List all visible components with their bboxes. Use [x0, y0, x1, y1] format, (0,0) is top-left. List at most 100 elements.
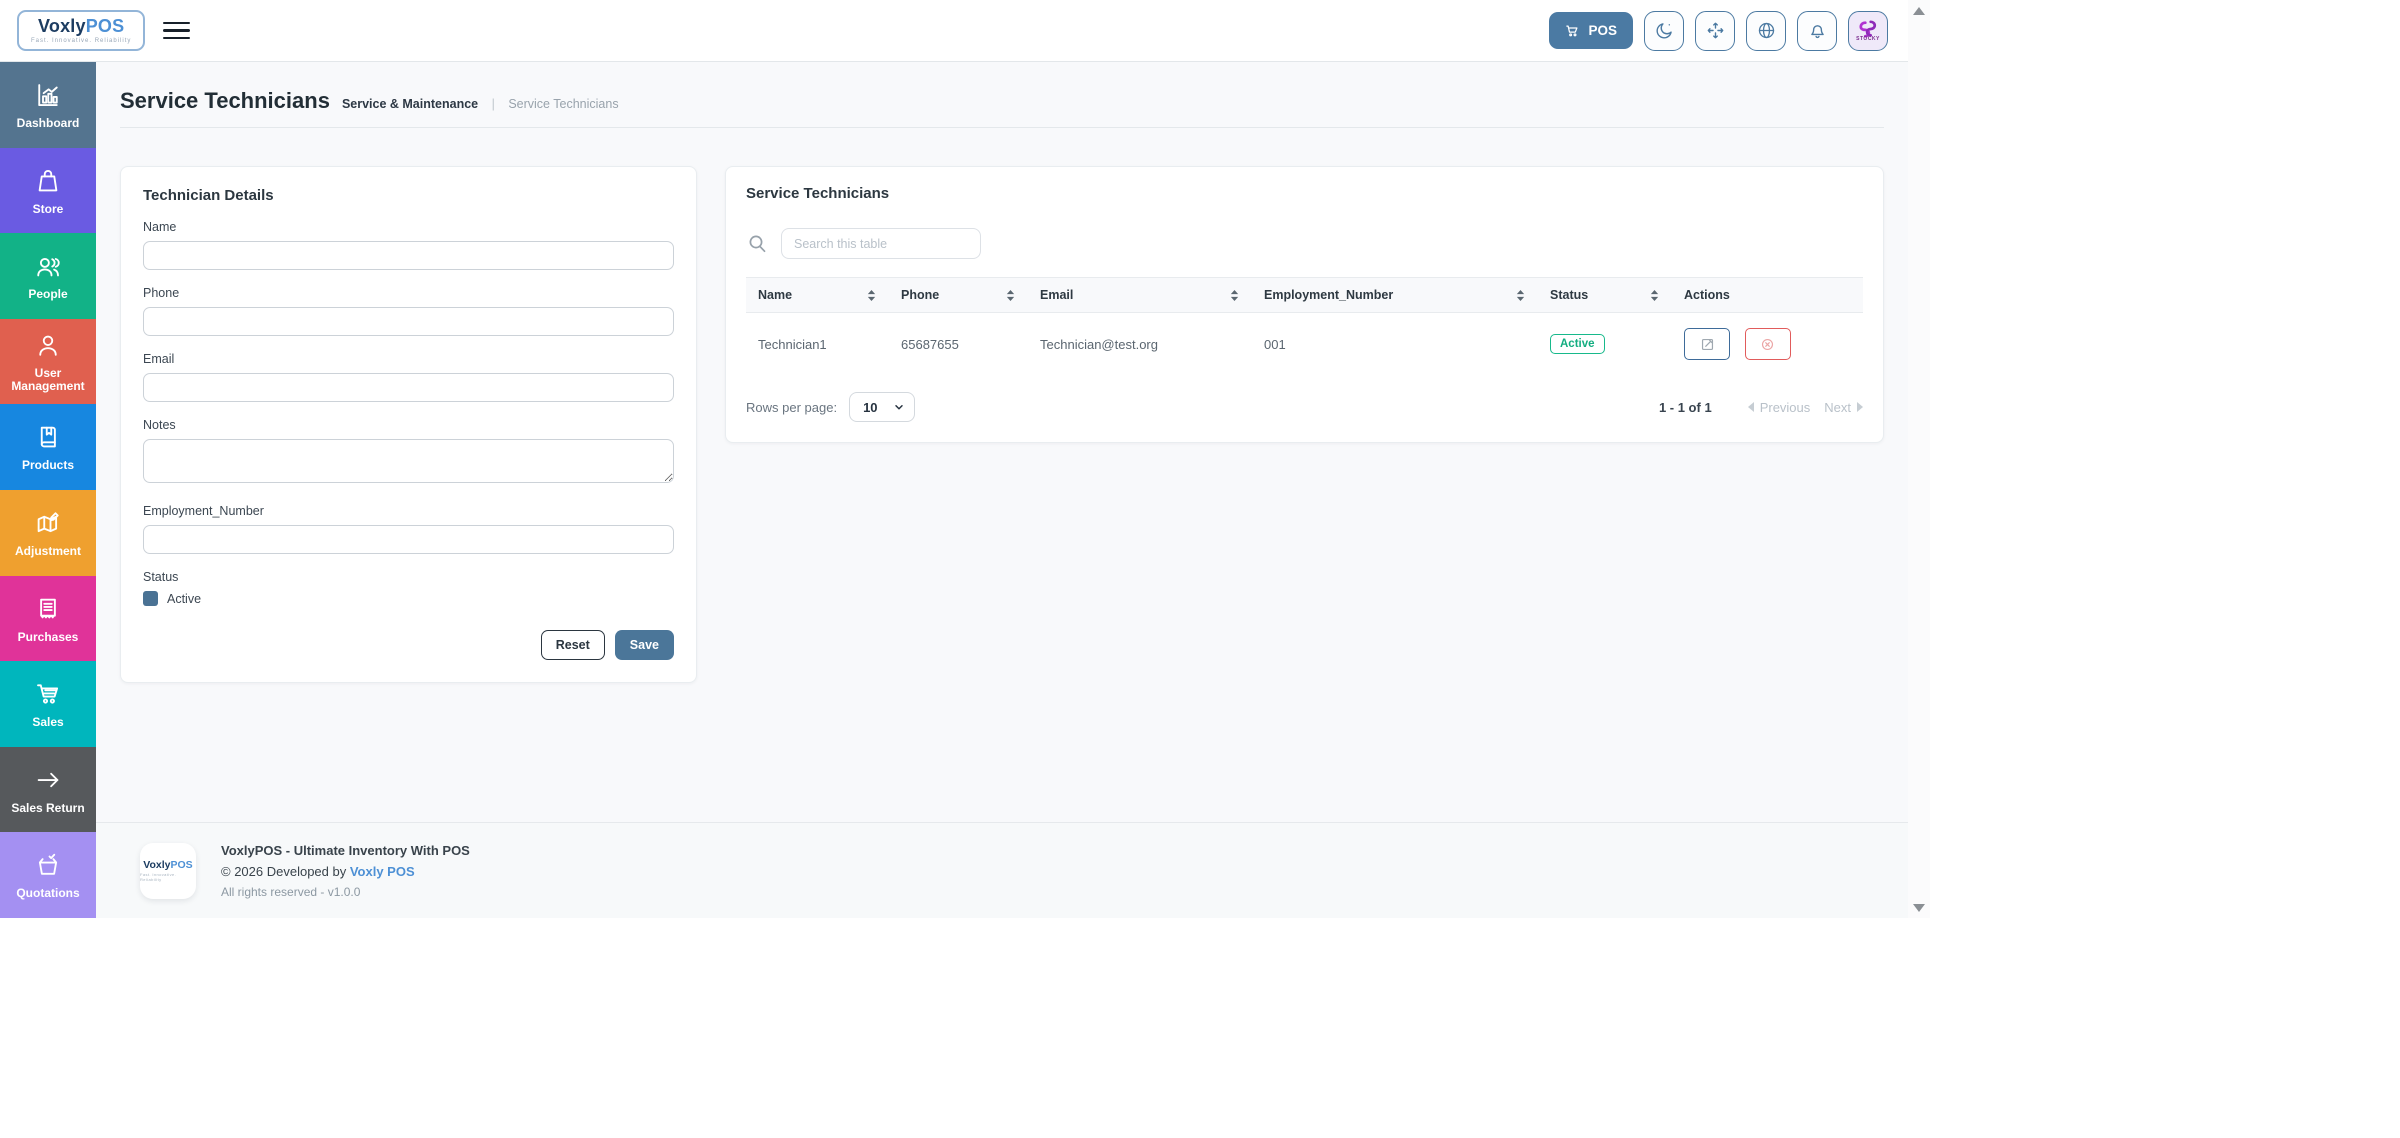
- sort-icon: [1649, 289, 1660, 302]
- top-header: VoxlyPOS Fast. Innovative. Reliability P…: [0, 0, 1908, 62]
- sort-icon: [1005, 289, 1016, 302]
- cell-actions: [1672, 313, 1863, 376]
- sidebar-item-quotations[interactable]: Quotations: [0, 832, 96, 918]
- cell-phone: 65687655: [889, 313, 1028, 376]
- column-header-phone[interactable]: Phone: [889, 278, 1028, 313]
- search-row: [746, 228, 1863, 259]
- sort-icon: [1515, 289, 1526, 302]
- active-checkbox-label: Active: [167, 592, 201, 606]
- sidebar-item-people[interactable]: People: [0, 233, 96, 319]
- shopping-cart-icon: [33, 679, 63, 709]
- rows-per-page-label: Rows per page:: [746, 400, 837, 415]
- sidebar-item-user-management[interactable]: User Management: [0, 319, 96, 405]
- hamburger-menu-icon[interactable]: [163, 17, 190, 45]
- footer-line3: All rights reserved - v1.0.0: [221, 885, 470, 899]
- brand-logo[interactable]: VoxlyPOS Fast. Innovative. Reliability: [17, 10, 145, 51]
- dark-mode-toggle[interactable]: [1644, 11, 1684, 51]
- previous-page-button[interactable]: Previous: [1748, 400, 1811, 415]
- breadcrumb-separator: |: [492, 97, 495, 111]
- rows-per-page-select[interactable]: 10: [849, 392, 915, 422]
- pagination-nav: 1 - 1 of 1 Previous Next: [1659, 400, 1863, 415]
- footer-logo: VoxlyPOS Fast. Innovative. Reliability: [140, 843, 196, 899]
- edit-pencil-icon: [1699, 336, 1716, 353]
- name-label: Name: [143, 220, 674, 234]
- sidebar: Dashboard Store People User Management P: [0, 62, 96, 918]
- sidebar-item-dashboard[interactable]: Dashboard: [0, 62, 96, 148]
- pos-button[interactable]: POS: [1549, 12, 1633, 49]
- document-list-icon: [33, 594, 63, 624]
- chevron-left-icon: [1748, 402, 1754, 412]
- brand-logo-text: VoxlyPOS: [31, 16, 131, 37]
- pagination: Rows per page: 10 1 - 1 of 1 Previous Ne…: [746, 392, 1863, 422]
- email-label: Email: [143, 352, 674, 366]
- basket-check-icon: [33, 850, 63, 880]
- rows-per-page: Rows per page: 10: [746, 392, 915, 422]
- save-button[interactable]: Save: [615, 630, 674, 660]
- brand-tagline: Fast. Innovative. Reliability: [31, 38, 131, 44]
- sidebar-item-adjustment[interactable]: Adjustment: [0, 490, 96, 576]
- notes-field[interactable]: [143, 439, 674, 483]
- header-actions: POS STOCKY: [1549, 11, 1888, 51]
- phone-label: Phone: [143, 286, 674, 300]
- notifications-button[interactable]: [1797, 11, 1837, 51]
- technicians-table: Name Phone Email Employment_Number Statu…: [746, 277, 1863, 375]
- delete-button[interactable]: [1745, 328, 1791, 360]
- sidebar-item-sales-return[interactable]: Sales Return: [0, 747, 96, 833]
- user-icon: [33, 330, 63, 360]
- body-row: Dashboard Store People User Management P: [0, 62, 1908, 918]
- moon-icon: [1654, 20, 1675, 41]
- chevron-right-icon: [1857, 402, 1863, 412]
- header-divider: [120, 127, 1884, 128]
- name-field[interactable]: [143, 241, 674, 270]
- footer-developer-link[interactable]: Voxly POS: [350, 864, 415, 879]
- column-header-status[interactable]: Status: [1538, 278, 1672, 313]
- fullscreen-button[interactable]: [1695, 11, 1735, 51]
- cell-name: Technician1: [746, 313, 889, 376]
- vertical-scrollbar[interactable]: [1908, 0, 1930, 918]
- cell-employment-number: 001: [1252, 313, 1538, 376]
- sidebar-item-store[interactable]: Store: [0, 148, 96, 234]
- user-avatar[interactable]: STOCKY: [1848, 11, 1888, 51]
- search-input[interactable]: [781, 228, 981, 259]
- sort-icon: [866, 289, 877, 302]
- shopping-bag-icon: [33, 166, 63, 196]
- cards-row: Technician Details Name Phone Email Note…: [120, 166, 1884, 683]
- status-row: Active: [143, 591, 674, 606]
- sort-icon: [1229, 289, 1240, 302]
- scroll-down-arrow-icon[interactable]: [1913, 904, 1925, 912]
- pagination-range: 1 - 1 of 1: [1659, 400, 1712, 415]
- screen: VoxlyPOS Fast. Innovative. Reliability P…: [0, 0, 2400, 1138]
- notes-label: Notes: [143, 418, 674, 432]
- footer-line1: VoxlyPOS - Ultimate Inventory With POS: [221, 843, 470, 858]
- sidebar-item-sales[interactable]: Sales: [0, 661, 96, 747]
- language-button[interactable]: [1746, 11, 1786, 51]
- sidebar-item-purchases[interactable]: Purchases: [0, 576, 96, 662]
- breadcrumb-current[interactable]: Service Technicians: [508, 97, 618, 111]
- page-header: Service Technicians Service & Maintenanc…: [120, 88, 1884, 114]
- dashboard-chart-icon: [33, 80, 63, 110]
- table-header-row: Name Phone Email Employment_Number Statu…: [746, 278, 1863, 313]
- status-badge: Active: [1550, 334, 1605, 354]
- bell-icon: [1807, 20, 1828, 41]
- email-field[interactable]: [143, 373, 674, 402]
- chevron-down-icon: [893, 401, 905, 413]
- reset-button[interactable]: Reset: [541, 630, 605, 660]
- globe-icon: [1756, 20, 1777, 41]
- search-icon: [746, 232, 770, 256]
- employment-number-label: Employment_Number: [143, 504, 674, 518]
- page-footer: VoxlyPOS Fast. Innovative. Reliability V…: [96, 822, 1908, 918]
- column-header-employment-number[interactable]: Employment_Number: [1252, 278, 1538, 313]
- phone-field[interactable]: [143, 307, 674, 336]
- column-header-email[interactable]: Email: [1028, 278, 1252, 313]
- cell-status: Active: [1538, 313, 1672, 376]
- column-header-name[interactable]: Name: [746, 278, 889, 313]
- app-window: VoxlyPOS Fast. Innovative. Reliability P…: [0, 0, 1908, 918]
- sidebar-item-products[interactable]: Products: [0, 404, 96, 490]
- next-page-button[interactable]: Next: [1824, 400, 1863, 415]
- employment-number-field[interactable]: [143, 525, 674, 554]
- scroll-up-arrow-icon[interactable]: [1913, 7, 1925, 15]
- form-buttons: Reset Save: [143, 630, 674, 660]
- active-checkbox[interactable]: [143, 591, 158, 606]
- edit-button[interactable]: [1684, 328, 1730, 360]
- service-technicians-card: Service Technicians Name Phone: [725, 166, 1884, 443]
